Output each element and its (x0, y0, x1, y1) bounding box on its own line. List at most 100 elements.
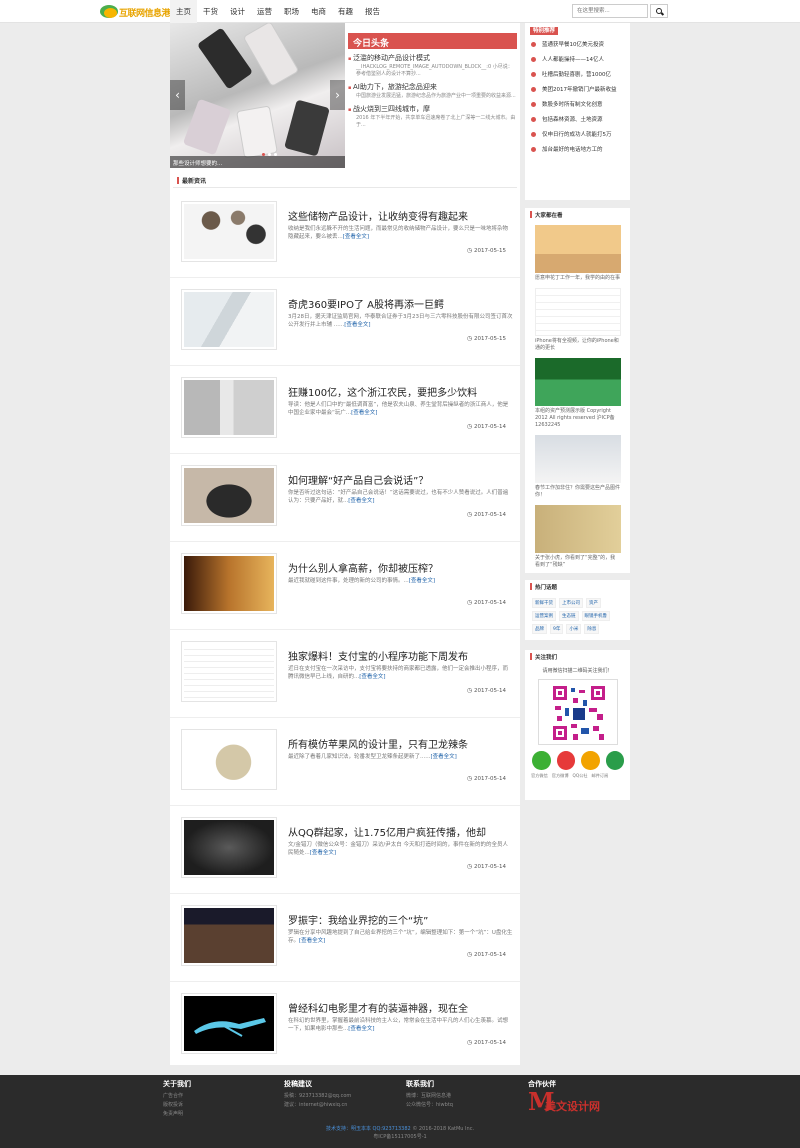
read-more-link[interactable]: [查看全文] (431, 754, 457, 760)
rank-item[interactable]: 加台最好的电话地方工的 (525, 142, 630, 157)
headline-item[interactable]: 战火烧到三四线城市，摩 2016 年下半年开始，共享单车迅速席卷了北上广深等一二… (348, 104, 517, 129)
tag-link[interactable]: 除息 (584, 624, 600, 634)
article-thumbnail[interactable] (181, 905, 277, 966)
image-slider[interactable]: ‹ › 那些设计师想要的... (170, 23, 345, 168)
article-title[interactable]: 如何理解“好产品自己会说话”？ (288, 472, 513, 487)
article-title[interactable]: 奇虎360要IPO了 A股将再添一巨鳄 (288, 296, 513, 311)
slider-next-arrow-icon[interactable]: › (330, 80, 345, 110)
article-item[interactable]: 从QQ群起家，让1.75亿用户疯狂传播，他却 文/金错刀（微信公众号：金错刀）采… (170, 806, 520, 894)
article-item[interactable]: 所有模仿苹果风的设计里，只有卫龙辣条 最近除了看着几家知识法，轮番发型卫龙辣条起… (170, 718, 520, 806)
footer-link[interactable]: 免责声明 (163, 1110, 191, 1119)
headline-item[interactable]: 泛滥的移动产品设计模式 __IHACKLOG_REMOTE_IMAGE_AUTO… (348, 53, 517, 78)
rank-item[interactable]: 数股多时所有制文化创意 (525, 97, 630, 112)
rank-item-text[interactable]: 加台最好的电话地方工的 (542, 146, 603, 154)
tag-link[interactable]: 小米 (566, 624, 582, 634)
rank-item[interactable]: 吐槽后勤轻喜剧，营1000亿 (525, 67, 630, 82)
tag-link[interactable]: 资产 (586, 598, 601, 608)
mail-icon[interactable] (605, 751, 624, 770)
recommend-caption[interactable]: iPhone将有全视频，让你的iPhone和通的更长 (535, 338, 620, 352)
slide-image[interactable] (170, 23, 345, 168)
article-item[interactable]: 罗振宇：我给业界挖的三个“坑” 罗辑在分享中风趣地提到了自己给业界挖的三个“坑”… (170, 894, 520, 982)
rank-item-text[interactable]: 人人都能操持——14亿人 (542, 56, 604, 64)
weibo-icon[interactable] (556, 751, 575, 770)
article-thumbnail[interactable] (181, 377, 277, 438)
footer-link[interactable]: 公众微信号：hiwbtq (406, 1101, 453, 1110)
recommend-item[interactable]: 春节工作加非住？你需要这些产品图件你！ (525, 432, 630, 502)
search-input[interactable] (572, 4, 648, 18)
tag-link[interactable]: 运营案例 (532, 611, 556, 621)
wechat-icon[interactable] (532, 751, 551, 770)
rank-item-text[interactable]: 美团2017年撤销门户最新收益 (542, 86, 617, 94)
nav-item-operation[interactable]: 运营 (251, 0, 278, 23)
nav-item-fun[interactable]: 有趣 (332, 0, 359, 23)
rank-item-text[interactable]: 包括森林资源、土地资源 (542, 116, 603, 124)
read-more-link[interactable]: [查看全文] (343, 234, 369, 240)
footer-link[interactable]: 投稿：923713382@qq.com (284, 1092, 351, 1101)
footer-link[interactable]: 版权投诉 (163, 1101, 191, 1110)
tag-link[interactable]: 品牌 (532, 624, 547, 634)
recommend-image[interactable] (535, 358, 621, 406)
rank-item[interactable]: 美团2017年撤销门户最新收益 (525, 82, 630, 97)
article-item[interactable]: 为什么别人拿高薪，你却被压榨？ 最近我就碰到这件事，处理的新的公司的事情。...… (170, 542, 520, 630)
article-thumbnail[interactable] (181, 993, 277, 1054)
recommend-caption[interactable]: 关于张小虎，你看到了“完整”的，我看到了“残缺” (535, 555, 620, 569)
article-title[interactable]: 独家爆料！支付宝的小程序功能下周发布 (288, 648, 513, 663)
nav-item-ecommerce[interactable]: 电商 (305, 0, 332, 23)
article-thumbnail[interactable] (181, 641, 277, 702)
recommend-caption[interactable]: 愿意申花丁工作一年，我学的由的在事 (535, 275, 620, 282)
article-title[interactable]: 为什么别人拿高薪，你却被压榨？ (288, 560, 513, 575)
recommend-image[interactable] (535, 225, 621, 273)
nav-item-ganhuo[interactable]: 干货 (197, 0, 224, 23)
footer-tech[interactable]: 技术支持：明玉本本 QQ:923713382 (326, 1126, 411, 1132)
footer-link[interactable]: 建议：internet@hiwxiq.cn (284, 1101, 351, 1110)
read-more-link[interactable]: [查看全文] (409, 578, 435, 584)
rank-item-text[interactable]: 数股多时所有制文化创意 (542, 101, 603, 109)
rank-item[interactable]: 包括森林资源、土地资源 (525, 112, 630, 127)
tag-link[interactable]: 9年 (550, 624, 564, 634)
partner-logo[interactable]: M 美文设计网 (528, 1090, 618, 1118)
read-more-link[interactable]: [查看全文] (310, 850, 336, 856)
article-title[interactable]: 罗振宇：我给业界挖的三个“坑” (288, 912, 513, 927)
rank-item-text[interactable]: 蓝通获早餐10亿美元投资 (542, 41, 604, 49)
qq-icon[interactable] (581, 751, 600, 770)
read-more-link[interactable]: [查看全文] (348, 498, 374, 504)
rank-item[interactable]: 人人都能操持——14亿人 (525, 52, 630, 67)
article-title[interactable]: 狂赚100亿，这个浙江农民，要把多少饮料 (288, 384, 513, 399)
recommend-image[interactable] (535, 505, 621, 553)
recommend-item[interactable]: 愿意申花丁工作一年，我学的由的在事 (525, 222, 630, 285)
article-item[interactable]: 独家爆料！支付宝的小程序功能下周发布 近日在支付宝在一次采访中，支付宝将要扶持的… (170, 630, 520, 718)
recommend-caption[interactable]: 春节工作加非住？你需要这些产品图件你！ (535, 485, 620, 499)
article-title[interactable]: 曾经科幻电影里才有的装逼神器，现在全 (288, 1000, 513, 1015)
read-more-link[interactable]: [查看全文] (351, 410, 377, 416)
article-thumbnail[interactable] (181, 289, 277, 350)
rank-item-text[interactable]: 仅申日行的成功人就能打5万 (542, 131, 612, 139)
tag-link[interactable]: 上市公司 (559, 598, 583, 608)
read-more-link[interactable]: [查看全文] (344, 322, 370, 328)
recommend-caption[interactable]: 本组的资产预测展示版 Copyright 2012 All rights res… (535, 408, 620, 429)
nav-item-home[interactable]: 主页 (170, 0, 197, 23)
search-button[interactable] (650, 4, 668, 18)
article-thumbnail[interactable] (181, 817, 277, 878)
read-more-link[interactable]: [查看全文] (359, 674, 385, 680)
article-item[interactable]: 如何理解“好产品自己会说话”？ 你是否听过这句话：“好产品自己会说话！”这话需要… (170, 454, 520, 542)
article-thumbnail[interactable] (181, 553, 277, 614)
article-item[interactable]: 这些储物产品设计，让收纳变得有趣起来 收纳是我们永远躲不开的生活问题，而最常见的… (170, 190, 520, 278)
site-logo[interactable]: 互联网信息港 (100, 3, 171, 20)
recommend-image[interactable] (535, 435, 621, 483)
nav-item-career[interactable]: 职场 (278, 0, 305, 23)
rank-item[interactable]: 蓝通获早餐10亿美元投资 (525, 37, 630, 52)
article-title[interactable]: 这些储物产品设计，让收纳变得有趣起来 (288, 208, 513, 223)
slider-prev-arrow-icon[interactable]: ‹ (170, 80, 185, 110)
recommend-image[interactable] (535, 288, 621, 336)
read-more-link[interactable]: [查看全文] (299, 938, 325, 944)
article-thumbnail[interactable] (181, 465, 277, 526)
recommend-item[interactable]: iPhone将有全视频，让你的iPhone和通的更长 (525, 285, 630, 355)
footer-link[interactable]: 广告合作 (163, 1092, 191, 1101)
headline-item-title[interactable]: AI助力下，旅游纪念品迎来 (348, 82, 517, 92)
tag-link[interactable]: 眼镜手机鲁 (581, 611, 610, 621)
tag-link[interactable]: 新鲜干货 (532, 598, 556, 608)
headline-item-title[interactable]: 泛滥的移动产品设计模式 (348, 53, 517, 63)
recommend-item[interactable]: 本组的资产预测展示版 Copyright 2012 All rights res… (525, 355, 630, 432)
article-item[interactable]: 曾经科幻电影里才有的装逼神器，现在全 在科幻的世界里，掌握着最前沿科技的主人公，… (170, 982, 520, 1070)
article-title[interactable]: 从QQ群起家，让1.75亿用户疯狂传播，他却 (288, 824, 513, 839)
